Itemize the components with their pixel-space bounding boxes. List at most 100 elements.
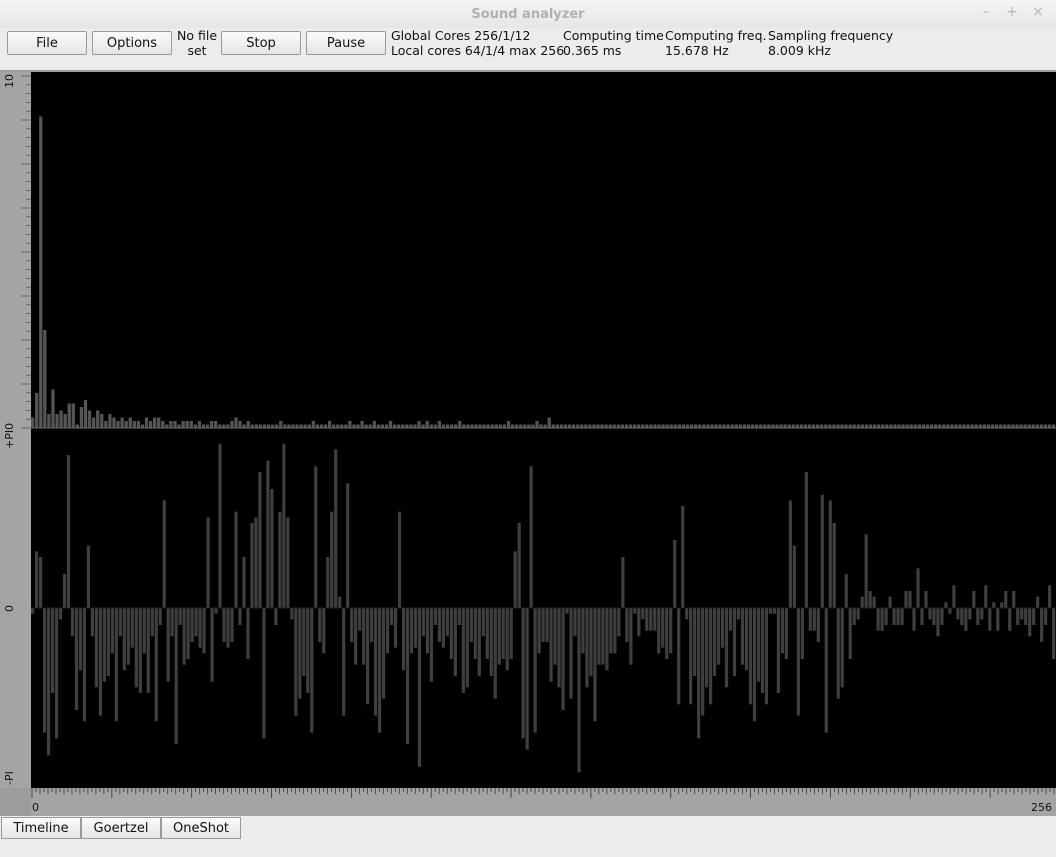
phase-bar — [916, 568, 920, 608]
phase-bar — [884, 608, 888, 625]
phase-bar — [728, 608, 733, 631]
phase-bar — [485, 608, 489, 659]
phase-bar — [549, 608, 553, 682]
magnitude-bar — [645, 424, 649, 428]
magnitude-bar — [811, 424, 816, 428]
phase-bar — [1028, 608, 1032, 637]
phase-bar — [629, 608, 633, 665]
magnitude-bar — [462, 424, 466, 428]
phase-bar — [429, 608, 434, 682]
phase-bar — [366, 608, 370, 705]
magnitude-bar — [35, 393, 39, 428]
phase-bar — [433, 608, 438, 625]
phase-bar — [126, 608, 130, 665]
tab-timeline[interactable]: Timeline — [1, 817, 81, 839]
phase-bar — [513, 551, 517, 608]
magnitude-bar — [299, 424, 303, 428]
magnitude-bar — [474, 424, 478, 428]
magnitude-bar — [96, 410, 100, 428]
phase-bar — [194, 608, 198, 637]
phase-bar — [274, 608, 278, 625]
magnitude-bar — [771, 424, 775, 428]
phase-bar — [772, 608, 777, 614]
magnitude-bar — [824, 424, 828, 428]
magnitude-bar — [718, 424, 722, 428]
phase-bar — [210, 608, 214, 682]
phase-bar — [956, 608, 960, 620]
magnitude-bar — [83, 400, 88, 428]
phase-bar — [1036, 596, 1040, 608]
magnitude-bar — [405, 424, 409, 428]
phase-bar — [900, 608, 904, 625]
magnitude-bar — [490, 424, 494, 428]
pause-button[interactable]: Pause — [306, 31, 386, 55]
phase-bar — [792, 545, 796, 608]
options-button[interactable]: Options — [92, 31, 172, 55]
phase-bar — [1016, 608, 1020, 625]
magnitude-bar — [653, 424, 657, 428]
phase-bar — [409, 608, 414, 654]
phase-bar — [992, 602, 996, 608]
phase-bar — [393, 608, 398, 648]
y-negpi-label: -PI — [3, 771, 16, 785]
phase-bar — [425, 608, 430, 654]
magnitude-bar — [726, 424, 730, 428]
magnitude-bar — [51, 389, 55, 428]
phase-bar — [246, 608, 250, 659]
file-button[interactable]: File — [7, 31, 87, 55]
phase-bar — [525, 608, 529, 750]
phase-bar — [980, 608, 984, 620]
tab-oneshot[interactable]: OneShot — [161, 817, 241, 839]
magnitude-bar — [994, 424, 999, 428]
magnitude-bar — [917, 424, 921, 428]
phase-bar — [585, 608, 589, 688]
magnitude-bar — [100, 414, 104, 428]
magnitude-bar — [502, 424, 507, 428]
phase-bar — [657, 608, 661, 654]
magnitude-bar — [246, 421, 250, 428]
phase-bar — [338, 596, 342, 608]
phase-bar — [1044, 608, 1048, 625]
computing-freq-info: Computing freq. 15.678 Hz — [665, 28, 766, 58]
x-min-label: 0 — [32, 801, 39, 814]
magnitude-bar — [730, 424, 734, 428]
magnitude-bar — [454, 424, 458, 428]
phase-bar — [38, 557, 43, 608]
magnitude-bar — [283, 424, 287, 428]
maximize-icon[interactable]: + — [1006, 4, 1018, 20]
magnitude-bar — [698, 424, 702, 428]
phase-bar — [577, 608, 581, 773]
tab-goertzel[interactable]: Goertzel — [81, 817, 161, 839]
magnitude-bar — [958, 424, 962, 428]
magnitude-bar — [47, 414, 51, 428]
magnitude-bar — [807, 424, 812, 428]
magnitude-bar — [779, 424, 783, 428]
phase-bar — [888, 596, 892, 608]
stop-button[interactable]: Stop — [221, 31, 301, 55]
phase-bar — [334, 449, 338, 608]
magnitude-bar — [836, 424, 840, 428]
phase-bar — [421, 608, 426, 637]
magnitude-bar — [978, 424, 982, 428]
phase-bar — [856, 608, 860, 620]
phase-bar — [988, 608, 992, 631]
phase-bar — [756, 608, 761, 682]
phase-bar — [581, 608, 585, 654]
phase-bar — [828, 500, 832, 608]
file-status-line1: No file — [177, 28, 218, 43]
phase-bar — [768, 608, 773, 614]
magnitude-bar — [437, 421, 442, 428]
phase-bar — [158, 608, 162, 625]
magnitude-bar — [348, 421, 352, 428]
magnitude-bar — [555, 424, 559, 428]
phase-bar — [996, 608, 1000, 631]
magnitude-bar — [120, 417, 124, 428]
magnitude-bar — [368, 424, 372, 428]
close-icon[interactable]: × — [1032, 4, 1044, 20]
magnitude-bar — [567, 424, 572, 428]
phase-bar — [876, 608, 880, 631]
phase-bar — [597, 608, 601, 665]
minimize-icon[interactable]: – — [980, 4, 992, 20]
phase-bar — [481, 608, 485, 637]
phase-bar — [569, 608, 573, 699]
